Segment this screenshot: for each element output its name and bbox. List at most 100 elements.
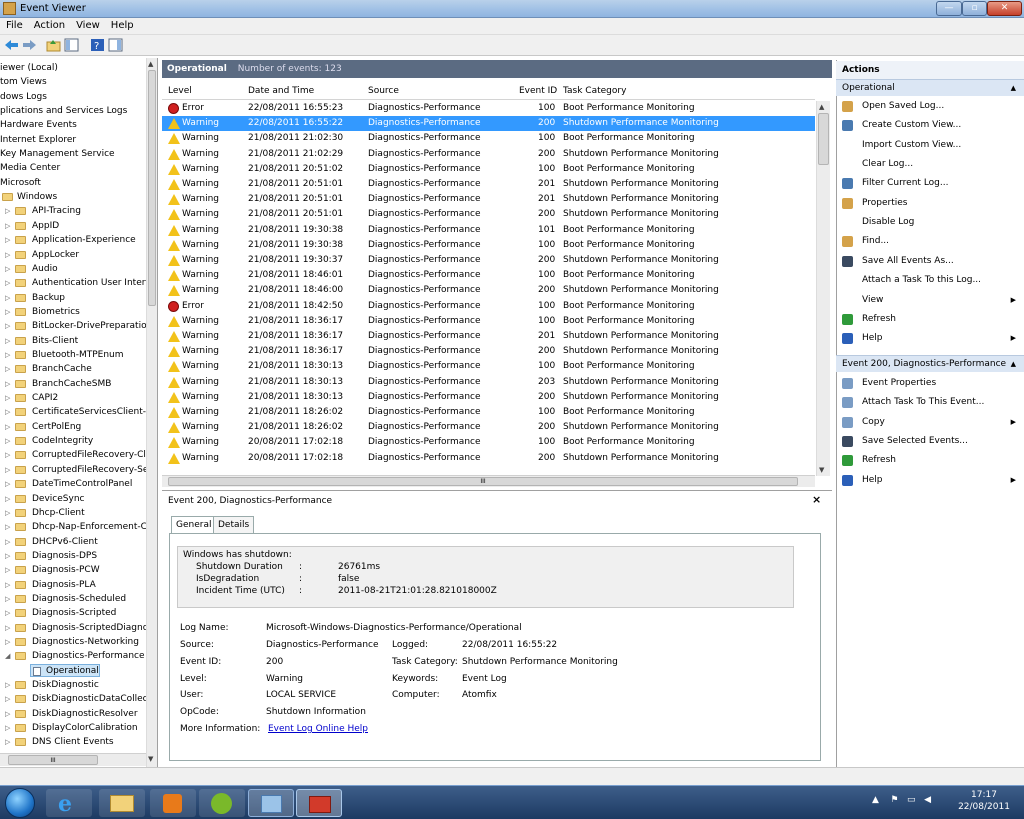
collapse-arrow-icon[interactable]: ◢	[5, 649, 10, 663]
expand-arrow-icon[interactable]: ▷	[5, 506, 10, 520]
table-row[interactable]: Warning 21/08/2011 18:30:13 Diagnostics-Pe…	[162, 390, 815, 405]
table-row[interactable]: Warning 21/08/2011 20:51:02 Diagnostics-Pe…	[162, 162, 815, 177]
action-item[interactable]: Properties	[836, 194, 1024, 213]
expand-arrow-icon[interactable]: ▷	[5, 204, 10, 218]
action-item[interactable]: View ▶	[836, 291, 1024, 310]
action-item[interactable]: Disable Log	[836, 213, 1024, 232]
table-row[interactable]: Warning 21/08/2011 18:46:00 Diagnostics-Pe…	[162, 283, 815, 298]
up-folder-icon[interactable]	[46, 38, 61, 52]
expand-arrow-icon[interactable]: ▷	[5, 248, 10, 262]
table-row[interactable]: Warning 21/08/2011 19:30:37 Diagnostics-Pe…	[162, 253, 815, 268]
expand-arrow-icon[interactable]: ▷	[5, 707, 10, 721]
action-item[interactable]: Import Custom View...	[836, 136, 1024, 155]
show-hide-tree-icon[interactable]	[64, 38, 79, 52]
action-item[interactable]: Save All Events As...	[836, 252, 1024, 271]
action-item[interactable]: Attach a Task To this Log...	[836, 271, 1024, 290]
menu-action[interactable]: Action	[28, 18, 70, 31]
column-level[interactable]: Level	[168, 86, 192, 96]
table-row[interactable]: Warning 21/08/2011 18:36:17 Diagnostics-Pe…	[162, 314, 815, 329]
maximize-button[interactable]: ▫	[962, 1, 987, 16]
show-hidden-icons-icon[interactable]: ▲	[872, 795, 879, 805]
internet-explorer-taskbar-button[interactable]: e	[46, 789, 92, 817]
table-row[interactable]: Warning 21/08/2011 18:36:17 Diagnostics-Pe…	[162, 329, 815, 344]
back-icon[interactable]	[4, 38, 19, 52]
show-action-pane-icon[interactable]	[108, 38, 123, 52]
event-viewer-taskbar-button[interactable]	[296, 789, 342, 817]
table-row[interactable]: Warning 21/08/2011 19:30:38 Diagnostics-Pe…	[162, 223, 815, 238]
expand-arrow-icon[interactable]: ▷	[5, 692, 10, 706]
action-item[interactable]: Filter Current Log...	[836, 174, 1024, 193]
detail-close-icon[interactable]: ×	[812, 493, 821, 506]
expand-arrow-icon[interactable]: ▷	[5, 319, 10, 333]
expand-arrow-icon[interactable]: ▷	[5, 520, 10, 534]
expand-arrow-icon[interactable]: ▷	[5, 334, 10, 348]
tree-vertical-scrollbar[interactable]: ▲ ▼	[146, 58, 157, 767]
collapse-icon[interactable]: ▲	[1011, 356, 1016, 373]
tab-details[interactable]: Details	[213, 516, 255, 533]
expand-arrow-icon[interactable]: ▷	[5, 477, 10, 491]
clock[interactable]: 17:17 22/08/2011	[948, 789, 1020, 813]
table-row[interactable]: Warning 21/08/2011 18:26:02 Diagnostics-Pe…	[162, 420, 815, 435]
expand-arrow-icon[interactable]: ▷	[5, 291, 10, 305]
table-row[interactable]: Warning 21/08/2011 18:26:02 Diagnostics-Pe…	[162, 405, 815, 420]
media-player-taskbar-button[interactable]	[150, 789, 196, 817]
expand-arrow-icon[interactable]: ▷	[5, 305, 10, 319]
action-item[interactable]: Create Custom View...	[836, 116, 1024, 135]
actions-section-event[interactable]: Event 200, Diagnostics-Performance ▲	[836, 355, 1024, 372]
actions-section-operational[interactable]: Operational ▲	[836, 79, 1024, 96]
event-list-horizontal-scrollbar[interactable]: III	[162, 475, 815, 487]
tab-general[interactable]: General	[171, 516, 217, 533]
event-list-scroll-thumb[interactable]: III	[168, 477, 798, 486]
volume-icon[interactable]: ◀	[924, 795, 931, 805]
expand-arrow-icon[interactable]: ▷	[5, 578, 10, 592]
expand-arrow-icon[interactable]: ▷	[5, 391, 10, 405]
menu-view[interactable]: View	[70, 18, 105, 31]
expand-arrow-icon[interactable]: ▷	[5, 492, 10, 506]
expand-arrow-icon[interactable]: ▷	[5, 233, 10, 247]
menu-file[interactable]: File	[0, 18, 28, 31]
table-row[interactable]: Warning 21/08/2011 19:30:38 Diagnostics-Pe…	[162, 238, 815, 253]
expand-arrow-icon[interactable]: ▷	[5, 463, 10, 477]
action-item[interactable]: Save Selected Events...	[836, 432, 1024, 451]
control-panel-taskbar-button[interactable]	[248, 789, 294, 817]
table-row[interactable]: Warning 21/08/2011 20:51:01 Diagnostics-Pe…	[162, 192, 815, 207]
action-item[interactable]: Clear Log...	[836, 155, 1024, 174]
expand-arrow-icon[interactable]: ▷	[5, 549, 10, 563]
table-row[interactable]: Warning 21/08/2011 18:30:13 Diagnostics-Pe…	[162, 359, 815, 374]
column-event-id[interactable]: Event ID	[519, 86, 557, 96]
expand-arrow-icon[interactable]: ▷	[5, 678, 10, 692]
event-log-online-help-link[interactable]: Event Log Online Help	[268, 724, 368, 734]
table-row[interactable]: Error 22/08/2011 16:55:23 Diagnostics-Perf…	[162, 101, 815, 116]
tree-horizontal-scrollbar[interactable]: III	[0, 753, 146, 766]
expand-arrow-icon[interactable]: ▷	[5, 535, 10, 549]
expand-arrow-icon[interactable]: ▷	[5, 276, 10, 290]
table-row[interactable]: Warning 21/08/2011 18:30:13 Diagnostics-Pe…	[162, 375, 815, 390]
table-row[interactable]: Warning 21/08/2011 20:51:01 Diagnostics-Pe…	[162, 207, 815, 222]
expand-arrow-icon[interactable]: ▷	[5, 262, 10, 276]
action-item[interactable]: Open Saved Log...	[836, 97, 1024, 116]
explorer-taskbar-button[interactable]	[99, 789, 145, 817]
expand-arrow-icon[interactable]: ▷	[5, 621, 10, 635]
expand-arrow-icon[interactable]: ▷	[5, 219, 10, 233]
table-row[interactable]: Warning 20/08/2011 17:02:18 Diagnostics-Pe…	[162, 435, 815, 450]
tree-item-operational[interactable]: Operational	[30, 664, 100, 677]
expand-arrow-icon[interactable]: ▷	[5, 377, 10, 391]
expand-arrow-icon[interactable]: ▷	[5, 420, 10, 434]
action-item[interactable]: Attach Task To This Event...	[836, 393, 1024, 412]
action-item[interactable]: Help ▶	[836, 471, 1024, 490]
action-item[interactable]: Refresh	[836, 451, 1024, 470]
action-item[interactable]: Copy ▶	[836, 413, 1024, 432]
spotify-taskbar-button[interactable]	[199, 789, 245, 817]
start-button[interactable]	[5, 788, 35, 818]
action-item[interactable]: Event Properties	[836, 374, 1024, 393]
expand-arrow-icon[interactable]: ▷	[5, 735, 10, 749]
flag-icon[interactable]: ⚑	[890, 795, 898, 805]
action-item[interactable]: Help ▶	[836, 329, 1024, 348]
menu-help[interactable]: Help	[105, 18, 139, 31]
expand-arrow-icon[interactable]: ▷	[5, 721, 10, 735]
column-date-time[interactable]: Date and Time	[248, 86, 314, 96]
minimize-button[interactable]: —	[936, 1, 962, 16]
close-button[interactable]: ✕	[987, 1, 1022, 16]
table-row[interactable]: Warning 21/08/2011 18:36:17 Diagnostics-Pe…	[162, 344, 815, 359]
expand-arrow-icon[interactable]: ▷	[5, 348, 10, 362]
